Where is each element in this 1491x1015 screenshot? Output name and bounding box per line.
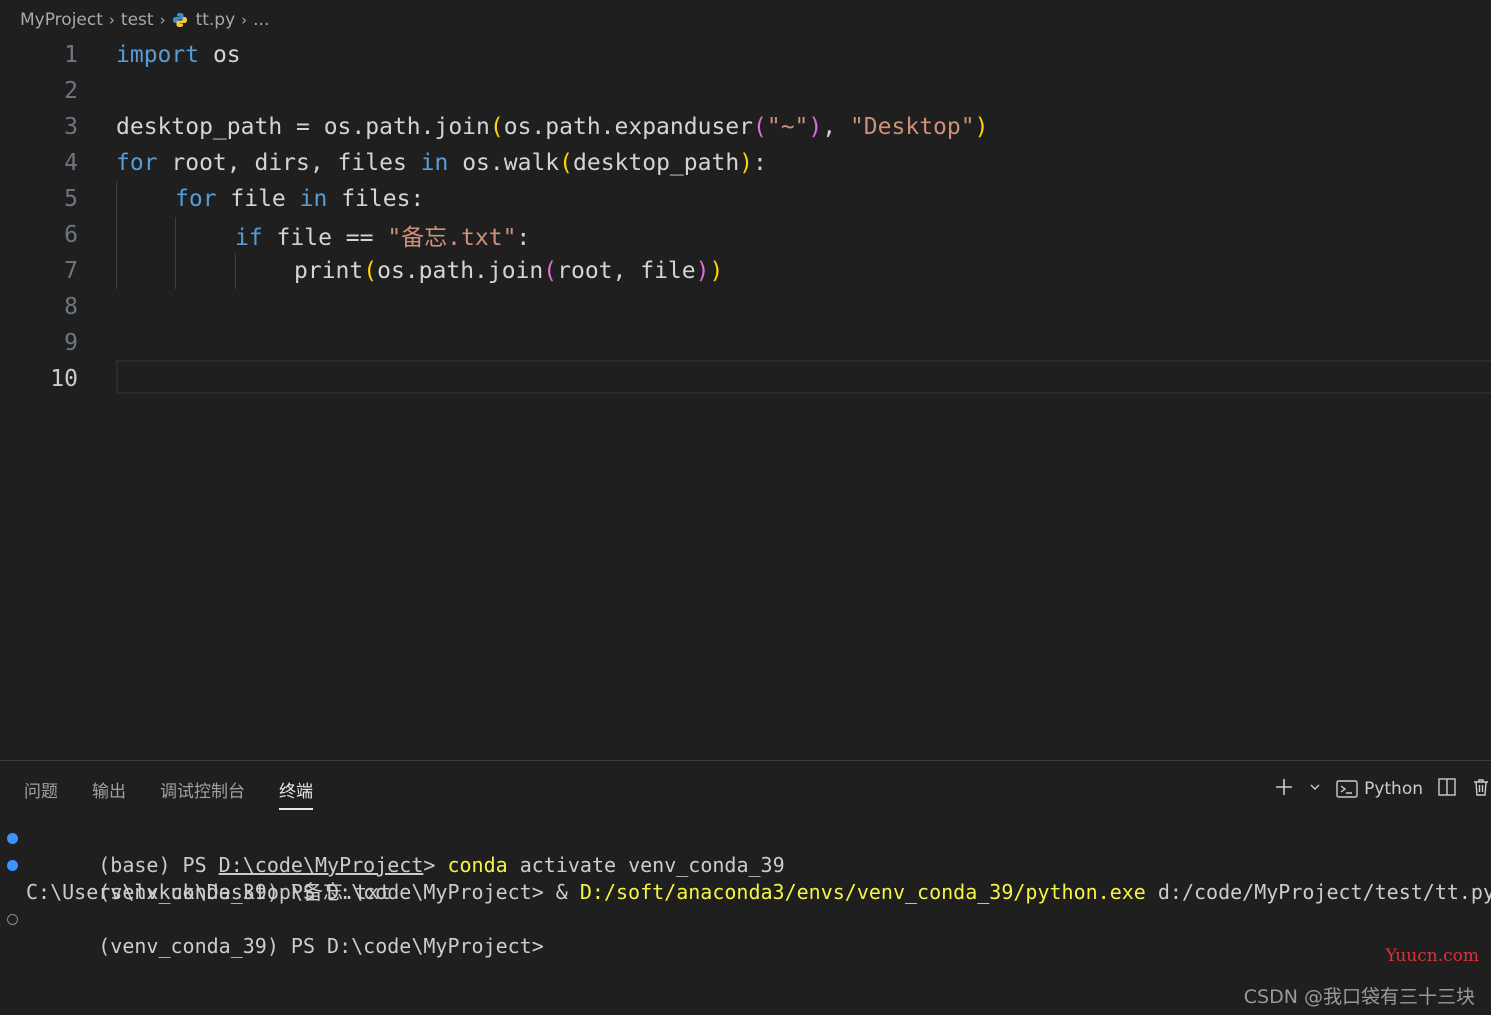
command-success-dot-icon[interactable] [7, 860, 18, 871]
command-pending-dot-icon[interactable] [7, 914, 18, 925]
line-number: 9 [64, 330, 78, 356]
code-line: 5 for file in files: [0, 181, 1491, 217]
author-watermark: CSDN @我口袋有三十三块 [1243, 986, 1475, 1008]
site-watermark: Yuucn.com [1385, 946, 1479, 966]
code-text[interactable]: if file == "备忘.txt": [235, 218, 530, 252]
terminal-profile-button[interactable]: Python [1336, 779, 1423, 799]
terminal-output[interactable]: (base) PS D:\code\MyProject> conda activ… [0, 825, 1491, 958]
code-line: 8 [0, 289, 1491, 325]
terminal-line: (venv_conda_39) PS D:\code\MyProject> & … [0, 852, 1491, 904]
tab-terminal[interactable]: 终端 [279, 771, 313, 810]
kill-terminal-button[interactable] [1471, 777, 1491, 802]
chevron-down-icon [1308, 779, 1322, 799]
line-number: 1 [64, 42, 78, 68]
terminal-line: C:\Users\lxkuk\Desktop\备忘.txt [26, 880, 392, 904]
breadcrumb: MyProject › test › tt.py › ... [0, 0, 1491, 40]
chevron-right-icon: › [108, 11, 115, 29]
chevron-right-icon: › [241, 11, 248, 29]
breadcrumb-project[interactable]: MyProject [20, 10, 103, 30]
code-text[interactable]: import os [116, 42, 241, 68]
split-terminal-button[interactable] [1437, 777, 1457, 802]
panel-actions: Python [1274, 761, 1491, 817]
code-line: 2 [0, 73, 1491, 109]
chevron-right-icon: › [159, 11, 166, 29]
code-text[interactable]: desktop_path = os.path.join(os.path.expa… [116, 114, 988, 140]
terminal-line: (base) PS D:\code\MyProject> conda activ… [0, 825, 1491, 877]
line-number: 2 [64, 78, 78, 104]
split-icon [1437, 777, 1457, 802]
code-line: 3 desktop_path = os.path.join(os.path.ex… [0, 109, 1491, 145]
bottom-panel: 问题 输出 调试控制台 终端 Python (base) PS D:\code\… [0, 760, 1491, 1015]
code-line: 1 import os [0, 37, 1491, 73]
terminal-dropdown-button[interactable] [1308, 779, 1322, 799]
line-number: 3 [64, 114, 78, 140]
line-number: 6 [64, 222, 78, 248]
plus-icon [1274, 777, 1294, 802]
code-line: 7 print(os.path.join(root, file)) [0, 253, 1491, 289]
code-text[interactable]: for root, dirs, files in os.walk(desktop… [116, 150, 767, 176]
panel-tabs: 问题 输出 调试控制台 终端 [0, 761, 347, 817]
trash-icon [1471, 777, 1491, 802]
code-line: 10 [0, 361, 1491, 397]
line-number: 4 [64, 150, 78, 176]
tab-debug-console[interactable]: 调试控制台 [160, 771, 245, 808]
code-text[interactable]: print(os.path.join(root, file)) [294, 258, 723, 284]
new-terminal-button[interactable] [1274, 777, 1294, 802]
breadcrumb-file[interactable]: tt.py [196, 10, 236, 30]
line-number-active: 10 [50, 366, 78, 392]
code-line: 9 [0, 325, 1491, 361]
line-number: 7 [64, 258, 78, 284]
terminal-icon [1336, 779, 1358, 799]
terminal-line: (venv_conda_39) PS D:\code\MyProject> [0, 906, 1491, 958]
line-number: 8 [64, 294, 78, 320]
code-line: 6 if file == "备忘.txt": [0, 217, 1491, 253]
terminal-profile-label: Python [1364, 779, 1423, 799]
code-line: 4 for root, dirs, files in os.walk(deskt… [0, 145, 1491, 181]
breadcrumb-more[interactable]: ... [253, 10, 269, 30]
tab-output[interactable]: 输出 [92, 771, 126, 808]
code-editor[interactable]: 1 import os 2 3 desktop_path = os.path.j… [0, 37, 1491, 757]
line-number: 5 [64, 186, 78, 212]
code-text[interactable]: for file in files: [175, 186, 424, 212]
python-file-icon [172, 12, 188, 28]
breadcrumb-folder[interactable]: test [121, 10, 154, 30]
tab-problems[interactable]: 问题 [24, 771, 58, 808]
command-success-dot-icon[interactable] [7, 833, 18, 844]
